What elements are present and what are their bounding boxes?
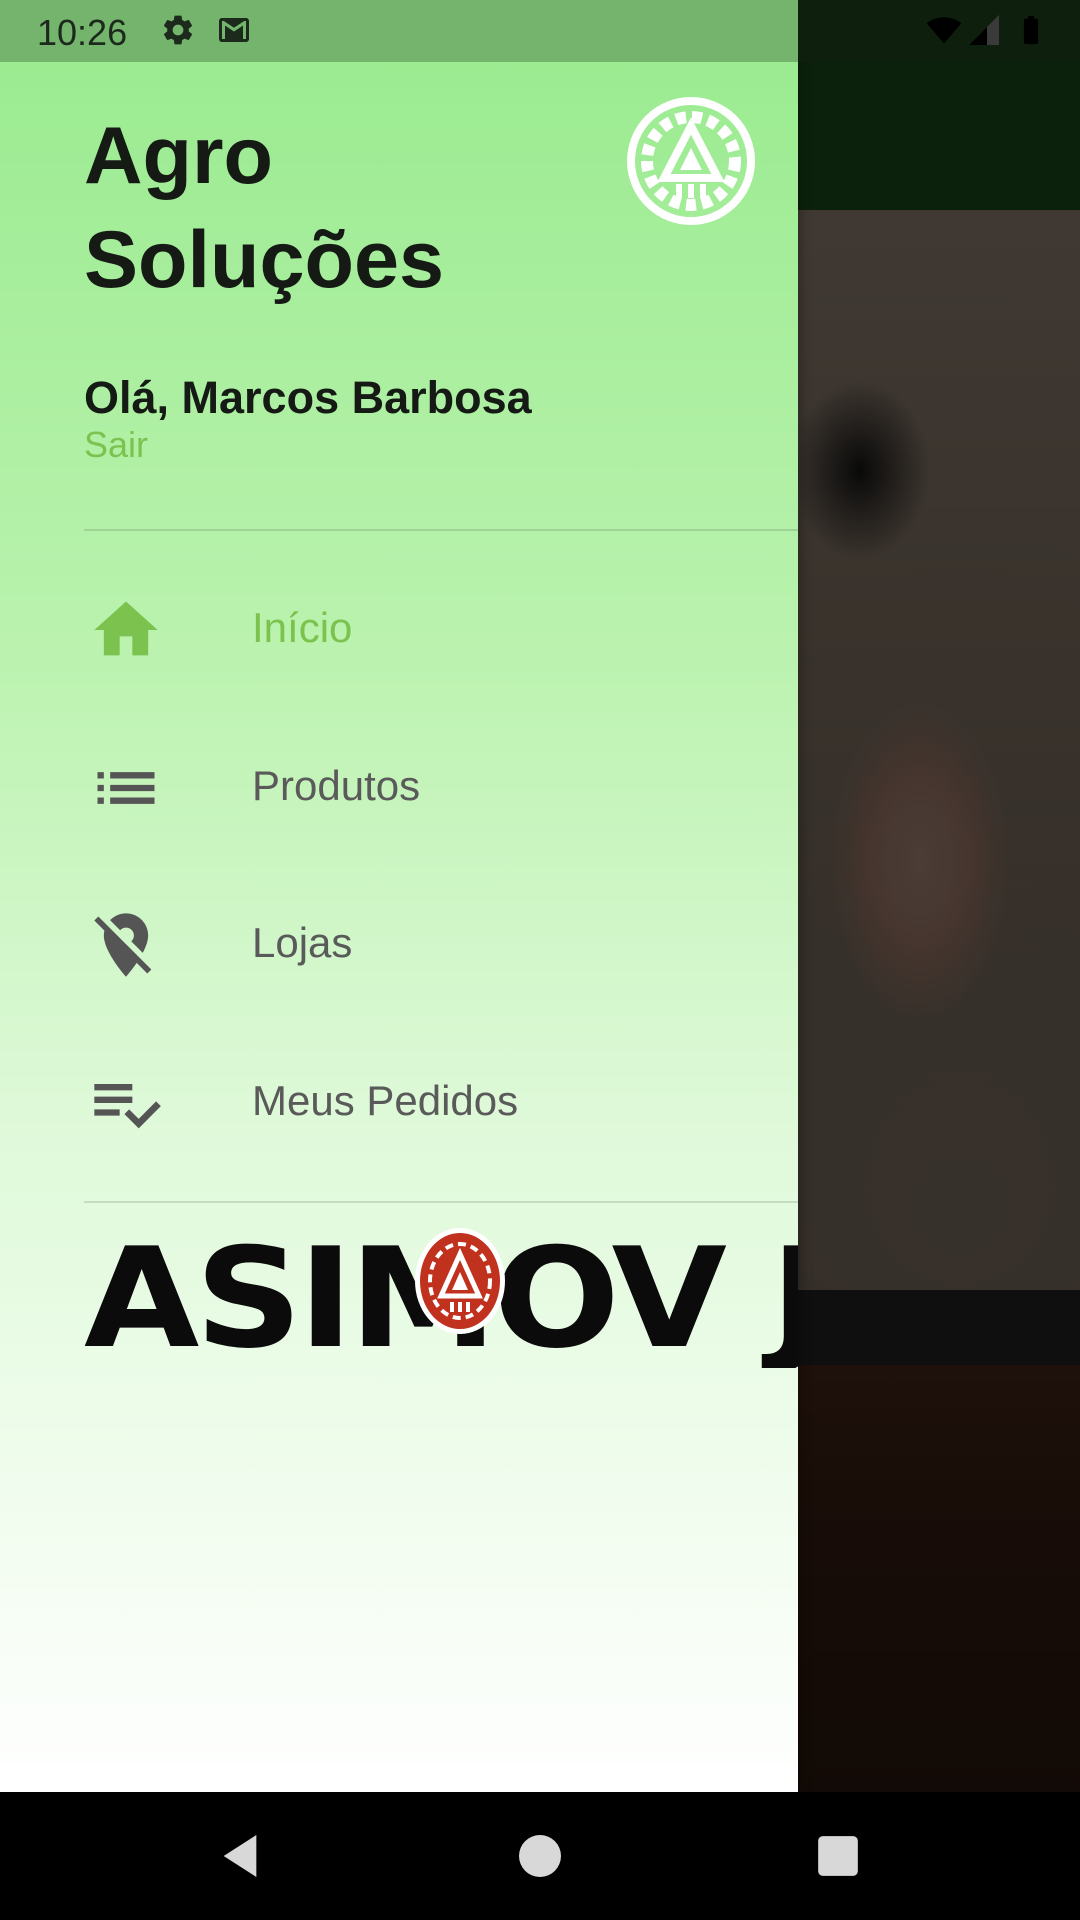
menu-item-label: Início (252, 604, 353, 651)
menu-item-inicio[interactable]: Início (0, 552, 798, 708)
app-title-line1: Agro (84, 111, 273, 201)
menu-divider (84, 1201, 798, 1203)
logout-link[interactable]: Sair (84, 424, 148, 466)
asimov-emblem-icon (415, 1228, 505, 1334)
settings-icon (163, 15, 193, 45)
playlist-check-icon (94, 1084, 161, 1129)
app-screen: Agro Soluções Olá, Marcos Barbosa Sair I… (0, 0, 1080, 1792)
asimov-logo-icon (627, 97, 755, 225)
menu-item-lojas[interactable]: Lojas (0, 867, 798, 1023)
menu-item-label: Lojas (252, 919, 353, 966)
status-clock: 10:26 (37, 12, 128, 53)
signal-icon (969, 15, 999, 45)
battery-icon (1023, 15, 1039, 45)
navigation-drawer: Agro Soluções Olá, Marcos Barbosa Sair I… (0, 0, 798, 1792)
status-bar: 10:26 (0, 0, 1080, 62)
asimov-jr-brand-logo: ASIMOV JR. (84, 1218, 798, 1368)
app-title-line2: Soluções (84, 215, 445, 305)
recents-icon[interactable] (810, 1828, 866, 1884)
menu-item-label: Meus Pedidos (252, 1077, 519, 1124)
header-divider (84, 529, 798, 531)
menu-item-label: Produtos (252, 762, 421, 809)
home-icon (94, 601, 158, 656)
system-navigation-bar (0, 1792, 1080, 1920)
list-icon (97, 772, 155, 804)
home-circle-icon[interactable] (512, 1828, 568, 1884)
back-icon[interactable] (212, 1828, 268, 1884)
menu-item-produtos[interactable]: Produtos (0, 710, 798, 866)
app-title: Agro Soluções (84, 104, 604, 312)
user-greeting: Olá, Marcos Barbosa (84, 372, 532, 423)
gmail-icon (219, 18, 249, 42)
wifi-icon (926, 17, 962, 44)
menu-item-meus-pedidos[interactable]: Meus Pedidos (0, 1025, 798, 1181)
location-off-icon (94, 913, 152, 977)
